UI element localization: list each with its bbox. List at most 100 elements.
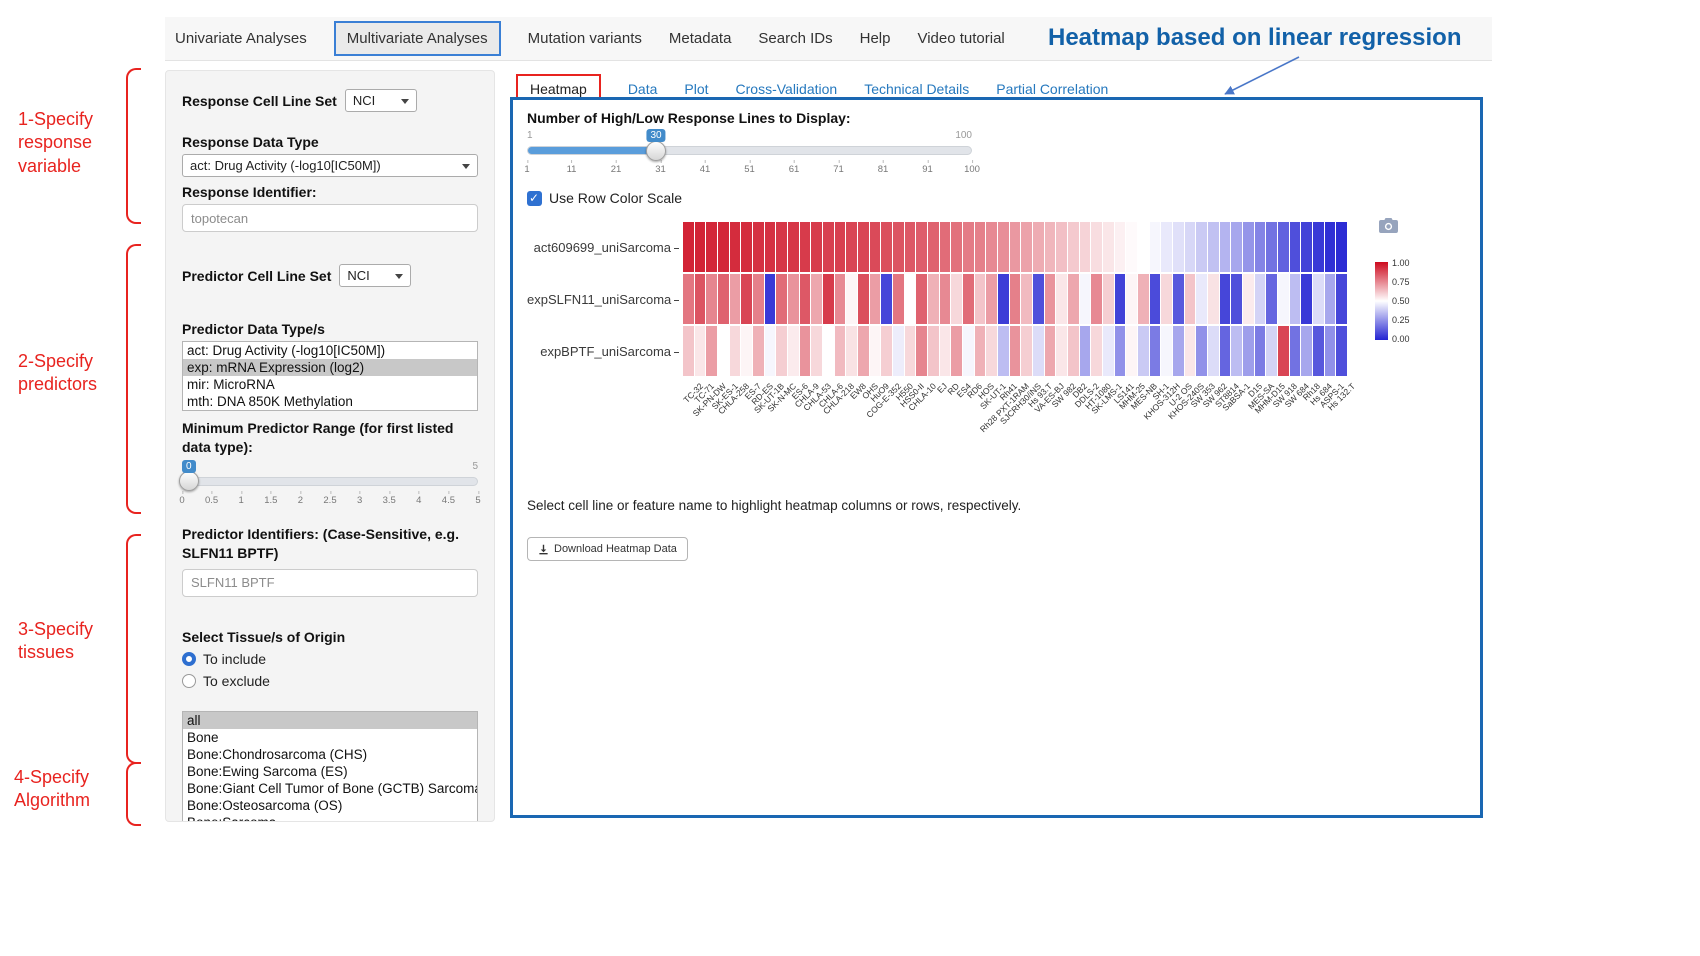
heatmap-cell[interactable] <box>986 274 997 324</box>
heatmap-cell[interactable] <box>1266 274 1277 324</box>
heatmap-cell[interactable] <box>1220 222 1231 272</box>
listbox-option[interactable]: Bone:Ewing Sarcoma (ES) <box>183 763 477 780</box>
heatmap-cell[interactable] <box>706 274 717 324</box>
heatmap-cell[interactable] <box>1231 222 1242 272</box>
listbox-option[interactable]: exp: mRNA Expression (log2) <box>183 359 477 376</box>
heatmap-cell[interactable] <box>683 274 694 324</box>
tissue-listbox[interactable]: allBoneBone:Chondrosarcoma (CHS)Bone:Ewi… <box>182 711 478 822</box>
heatmap-cell[interactable] <box>765 326 776 376</box>
heatmap-cell[interactable] <box>1068 274 1079 324</box>
heatmap-cell[interactable] <box>741 274 752 324</box>
heatmap-cell[interactable] <box>730 222 741 272</box>
heatmap-cell[interactable] <box>1185 222 1196 272</box>
heatmap-cell[interactable] <box>986 326 997 376</box>
listbox-option[interactable]: Bone:Sarcoma <box>183 814 477 822</box>
heatmap-cell[interactable] <box>1325 222 1336 272</box>
heatmap-cell[interactable] <box>975 326 986 376</box>
nav-tab-metadata[interactable]: Metadata <box>669 30 732 47</box>
heatmap-cell[interactable] <box>1301 222 1312 272</box>
heatmap-cell[interactable] <box>776 274 787 324</box>
heatmap-cell[interactable] <box>916 326 927 376</box>
heatmap-cell[interactable] <box>1091 326 1102 376</box>
heatmap-cell[interactable] <box>1278 326 1289 376</box>
heatmap-cell[interactable] <box>1185 274 1196 324</box>
heatmap-cell[interactable] <box>741 222 752 272</box>
heatmap-cell[interactable] <box>811 274 822 324</box>
heatmap-cell[interactable] <box>846 326 857 376</box>
heatmap-cell[interactable] <box>1301 326 1312 376</box>
heatmap-cell[interactable] <box>1255 222 1266 272</box>
heatmap-cell[interactable] <box>1161 326 1172 376</box>
heatmap-cell[interactable] <box>1033 326 1044 376</box>
heatmap-cell[interactable] <box>1325 326 1336 376</box>
heatmap-cell[interactable] <box>1068 222 1079 272</box>
heatmap-cell[interactable] <box>823 274 834 324</box>
heatmap-cell[interactable] <box>1161 222 1172 272</box>
heatmap-cell[interactable] <box>730 274 741 324</box>
response-cell-line-set-select[interactable]: NCI <box>345 89 417 112</box>
heatmap-cell[interactable] <box>1138 326 1149 376</box>
heatmap-cell[interactable] <box>1103 274 1114 324</box>
heatmap-cell[interactable] <box>1278 274 1289 324</box>
heatmap-row-label[interactable]: act609699_uniSarcoma <box>527 240 683 255</box>
heatmap-cell[interactable] <box>1126 326 1137 376</box>
heatmap-cell[interactable] <box>765 274 776 324</box>
heatmap-cell[interactable] <box>846 274 857 324</box>
response-data-type-select[interactable]: act: Drug Activity (-log10[IC50M]) <box>182 154 478 177</box>
slider-handle[interactable] <box>646 141 666 161</box>
heatmap-cell[interactable] <box>683 326 694 376</box>
heatmap-cell[interactable] <box>1091 274 1102 324</box>
heatmap-cell[interactable] <box>1103 222 1114 272</box>
heatmap-cell[interactable] <box>730 326 741 376</box>
panel-tab-technical-details[interactable]: Technical Details <box>864 81 969 97</box>
heatmap-cell[interactable] <box>1255 326 1266 376</box>
heatmap-cell[interactable] <box>1231 274 1242 324</box>
download-heatmap-button[interactable]: Download Heatmap Data <box>527 537 688 561</box>
heatmap-cell[interactable] <box>718 326 729 376</box>
heatmap-cell[interactable] <box>928 274 939 324</box>
heatmap-cell[interactable] <box>1266 326 1277 376</box>
heatmap-cell[interactable] <box>881 274 892 324</box>
heatmap-cell[interactable] <box>1243 222 1254 272</box>
heatmap-cell[interactable] <box>916 274 927 324</box>
heatmap-cell[interactable] <box>753 274 764 324</box>
heatmap-cell[interactable] <box>718 274 729 324</box>
heatmap-cell[interactable] <box>1278 222 1289 272</box>
heatmap-cell[interactable] <box>905 274 916 324</box>
heatmap-cell[interactable] <box>951 326 962 376</box>
nav-tab-univariate-analyses[interactable]: Univariate Analyses <box>175 30 307 47</box>
heatmap-cell[interactable] <box>858 326 869 376</box>
heatmap-cell[interactable] <box>893 326 904 376</box>
heatmap-cell[interactable] <box>1056 326 1067 376</box>
heatmap-cell[interactable] <box>1045 222 1056 272</box>
heatmap-cell[interactable] <box>940 274 951 324</box>
heatmap-cell[interactable] <box>1150 274 1161 324</box>
camera-icon[interactable] <box>1379 218 1398 233</box>
min-predictor-range-slider[interactable]: 5000.511.522.533.544.55 <box>182 461 478 511</box>
heatmap-cell[interactable] <box>811 222 822 272</box>
heatmap-cell[interactable] <box>1185 326 1196 376</box>
heatmap-cell[interactable] <box>835 326 846 376</box>
heatmap-cell[interactable] <box>1325 274 1336 324</box>
heatmap-cell[interactable] <box>1021 326 1032 376</box>
heatmap-cell[interactable] <box>893 274 904 324</box>
heatmap-cell[interactable] <box>823 222 834 272</box>
heatmap-cell[interactable] <box>1220 326 1231 376</box>
heatmap-row-label[interactable]: expSLFN11_uniSarcoma <box>527 292 683 307</box>
heatmap-cell[interactable] <box>1243 326 1254 376</box>
heatmap-cell[interactable] <box>1010 222 1021 272</box>
heatmap-cell[interactable] <box>881 222 892 272</box>
nav-tab-mutation-variants[interactable]: Mutation variants <box>528 30 642 47</box>
heatmap-cell[interactable] <box>870 222 881 272</box>
heatmap-cell[interactable] <box>835 274 846 324</box>
heatmap-cell[interactable] <box>1220 274 1231 324</box>
heatmap-cell[interactable] <box>1196 326 1207 376</box>
predictor-data-types-listbox[interactable]: act: Drug Activity (-log10[IC50M])exp: m… <box>182 341 478 411</box>
heatmap-cell[interactable] <box>800 222 811 272</box>
heatmap-cell[interactable] <box>835 222 846 272</box>
heatmap-cell[interactable] <box>1208 222 1219 272</box>
heatmap-cell[interactable] <box>1173 326 1184 376</box>
heatmap-cell[interactable] <box>1208 326 1219 376</box>
heatmap-cell[interactable] <box>928 222 939 272</box>
heatmap-cell[interactable] <box>776 326 787 376</box>
